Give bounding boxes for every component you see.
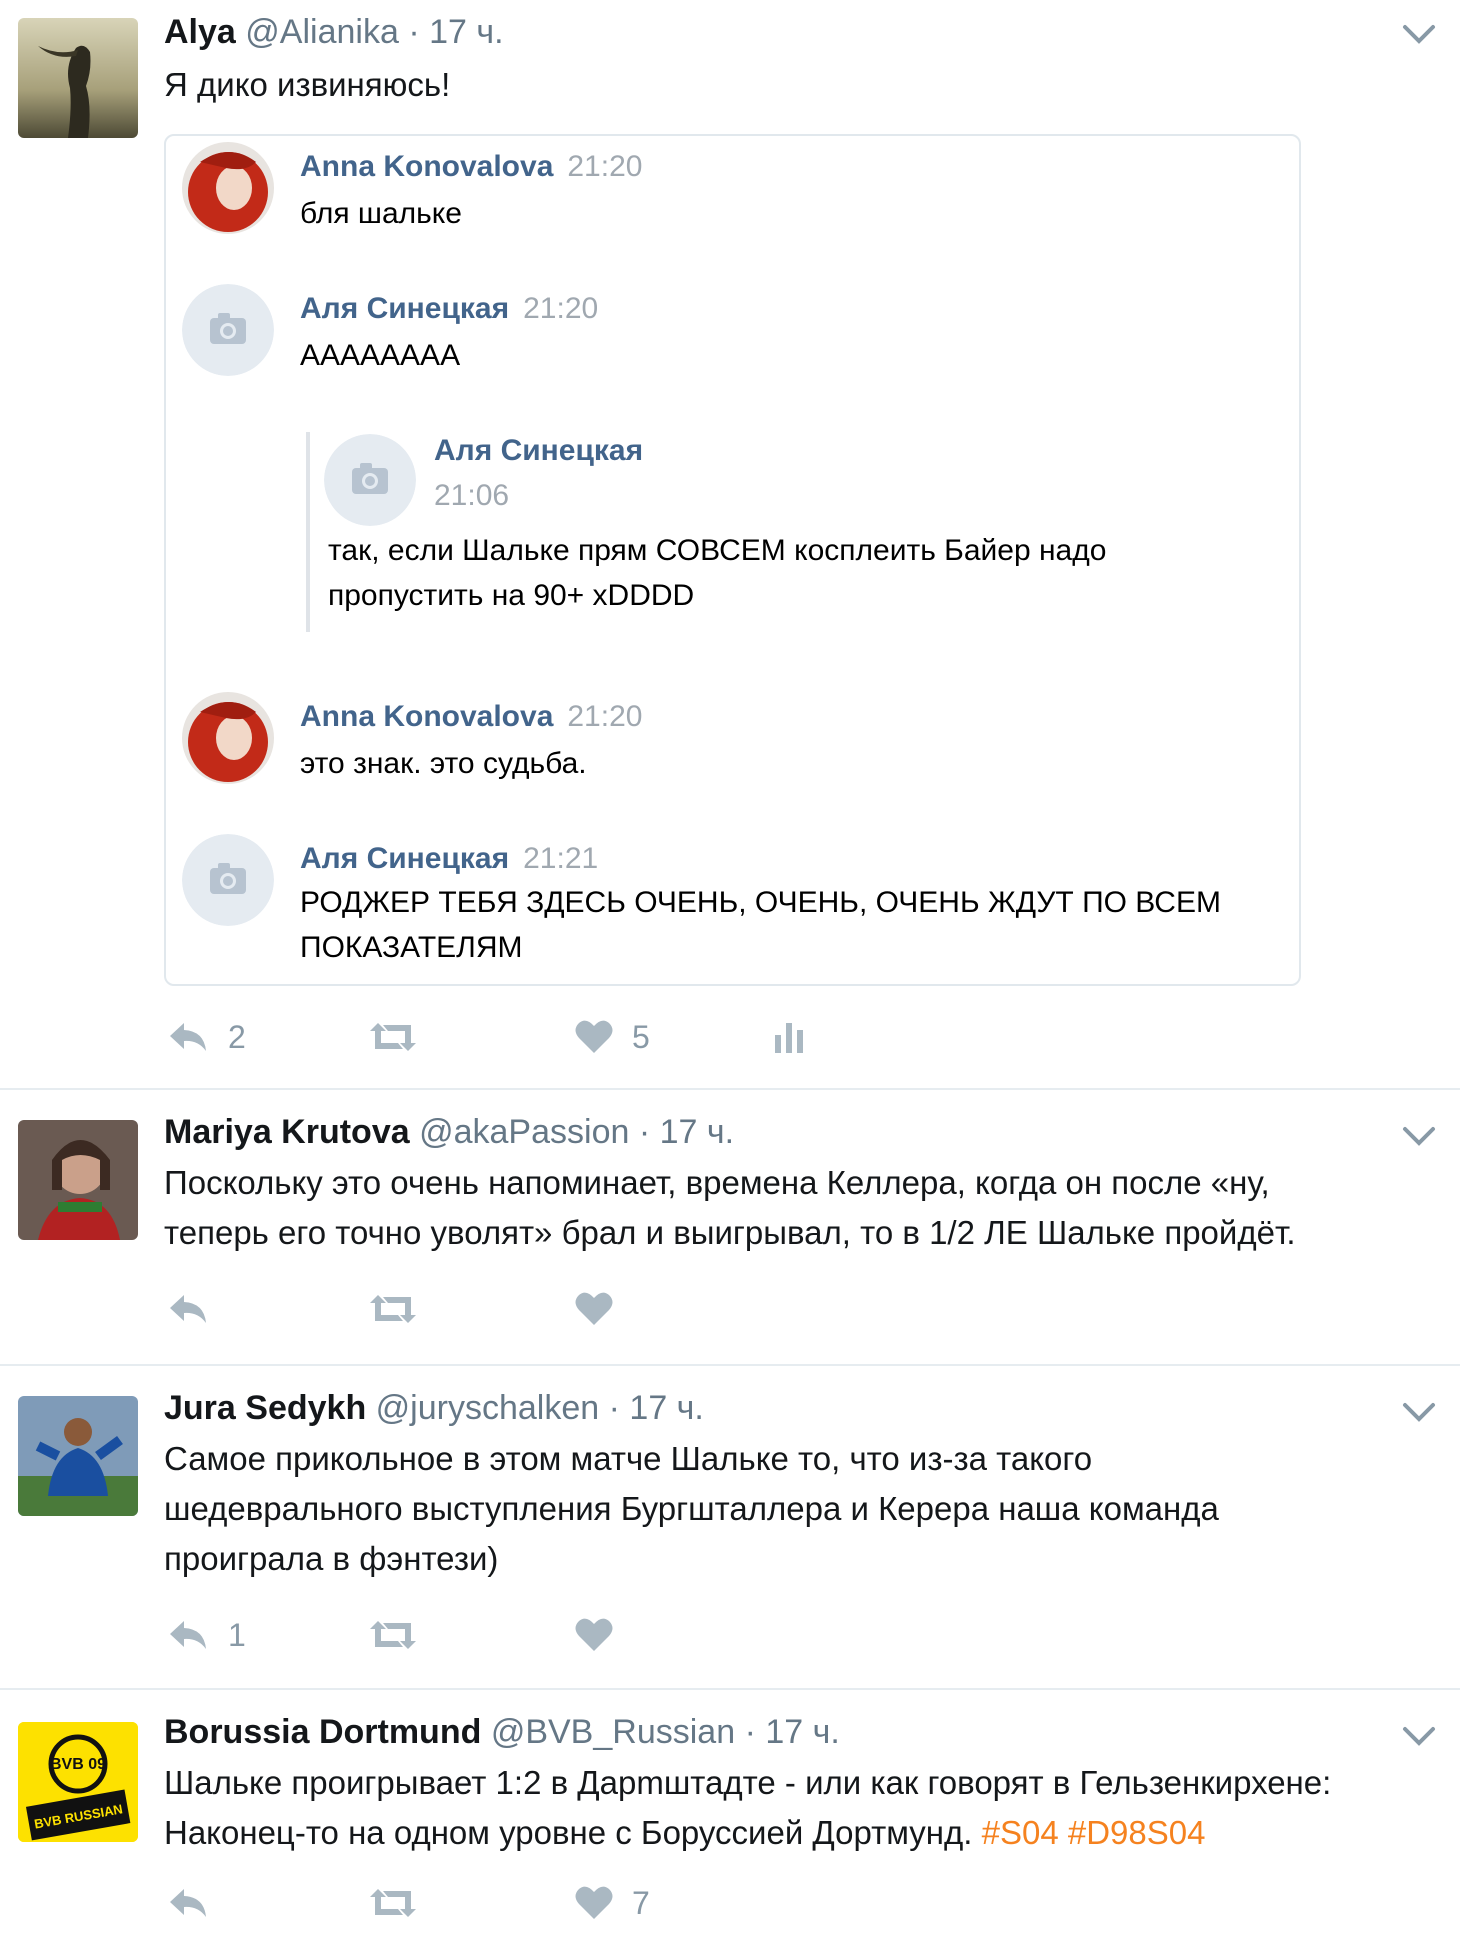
author-handle[interactable]: @BVB_Russian: [491, 1713, 735, 1751]
vk-message-text: РОДЖЕР ТЕБЯ ЗДЕСЬ ОЧЕНЬ, ОЧЕНЬ, ОЧЕНЬ ЖД…: [300, 886, 1221, 964]
vk-author[interactable]: Аля Синецкая: [300, 292, 509, 325]
red-hair-avatar: [182, 692, 274, 784]
heart-icon: [575, 1886, 613, 1919]
chevron-down-icon[interactable]: [1402, 1124, 1436, 1148]
like-count: 7: [632, 1884, 650, 1921]
like-button[interactable]: [574, 1610, 614, 1660]
avatar[interactable]: [18, 18, 138, 138]
separator-dot: ·: [744, 1713, 756, 1751]
analytics-button[interactable]: [772, 1012, 806, 1062]
tweet-text: Я дико извиняюсь!: [164, 66, 451, 103]
tweet[interactable]: Alya @Alianika · 17 ч. Я дико извиняюсь!…: [0, 0, 1460, 1090]
tweet-text: Самое прикольное в этом матче Шальке то,…: [164, 1440, 1219, 1577]
hashtag-links[interactable]: #S04 #D98S04: [982, 1814, 1206, 1851]
retweet-icon: [370, 1621, 416, 1649]
reply-button[interactable]: [166, 1878, 210, 1928]
reply-icon: [170, 1023, 206, 1051]
retweet-icon: [370, 1023, 416, 1051]
chevron-down-icon[interactable]: [1402, 1400, 1436, 1424]
separator-dot: ·: [608, 1389, 620, 1427]
vk-time: 21:20: [523, 292, 599, 325]
reply-icon: [170, 1889, 206, 1917]
chevron-down-icon[interactable]: [1402, 1724, 1436, 1748]
bvb-logo-mark: BVB 09: [50, 1756, 106, 1773]
vk-author[interactable]: Аля Синецкая: [434, 434, 643, 468]
tweet-text: Поскольку это очень напоминает, времена …: [164, 1164, 1296, 1251]
vk-message-text: это знак. это судьба.: [300, 747, 587, 780]
avatar: [182, 142, 274, 234]
reply-icon: [170, 1295, 206, 1323]
author-name[interactable]: Jura Sedykh: [164, 1389, 366, 1427]
vk-author[interactable]: Anna Konovalova: [300, 150, 553, 183]
avatar[interactable]: [18, 1120, 138, 1240]
avatar[interactable]: BVB 09 BVB RUSSIAN: [18, 1722, 138, 1842]
tweet-time[interactable]: 17 ч.: [629, 1389, 703, 1427]
reply-button[interactable]: [166, 1284, 210, 1334]
reply-icon: [170, 1621, 206, 1649]
like-button[interactable]: 7: [574, 1878, 650, 1928]
camera-icon: [324, 434, 416, 526]
tweet-time[interactable]: 17 ч.: [765, 1713, 839, 1751]
red-hair-avatar: [182, 142, 274, 234]
retweet-icon: [370, 1889, 416, 1917]
vk-message-text: АААААААА: [300, 339, 461, 372]
vk-message-text: так, если Шальке прям СОВСЕМ косплеить Б…: [328, 534, 1107, 612]
camera-icon: [182, 284, 274, 376]
retweet-icon: [370, 1295, 416, 1323]
vk-time: 21:06: [434, 479, 510, 512]
avatar: [182, 692, 274, 784]
heart-icon: [575, 1292, 613, 1325]
retweet-button[interactable]: [366, 1878, 420, 1928]
author-name[interactable]: Mariya Krutova: [164, 1113, 410, 1151]
separator-dot: ·: [638, 1113, 651, 1151]
vk-author[interactable]: Аля Синецкая: [300, 842, 509, 875]
tweet[interactable]: Jura Sedykh @juryschalken · 17 ч. Самое …: [0, 1366, 1460, 1690]
retweet-button[interactable]: [366, 1012, 420, 1062]
tweet-time[interactable]: 17 ч.: [660, 1113, 734, 1151]
like-count: 5: [632, 1018, 650, 1055]
author-name[interactable]: Borussia Dortmund: [164, 1713, 481, 1751]
tweet-time[interactable]: 17 ч.: [429, 13, 503, 51]
author-handle[interactable]: @Alianika: [245, 13, 399, 51]
vk-message-text: бля шальке: [300, 197, 462, 230]
avatar-image: [18, 1396, 138, 1516]
heart-icon: [575, 1020, 613, 1053]
avatar-image: [18, 1120, 138, 1240]
tweet-text-container: Шальке проигрывает 1:2 в Дарmштадте - ил…: [164, 1758, 1331, 1858]
author-handle[interactable]: @juryschalken: [376, 1389, 600, 1427]
vk-time: 21:20: [567, 150, 643, 183]
avatar[interactable]: [18, 1396, 138, 1516]
avatar-image: [18, 18, 138, 138]
like-button[interactable]: [574, 1284, 614, 1334]
chevron-down-icon[interactable]: [1402, 22, 1436, 46]
reply-button[interactable]: 2: [166, 1012, 246, 1062]
tweet[interactable]: Mariya Krutova @akaPassion · 17 ч. Поско…: [0, 1090, 1460, 1366]
reply-button[interactable]: 1: [166, 1610, 246, 1660]
reply-count: 1: [228, 1616, 246, 1653]
vk-time: 21:21: [523, 842, 599, 875]
vk-screenshot-card[interactable]: Anna Konovalova 21:20 бля шальке Аля Сине…: [164, 134, 1301, 986]
separator-dot: ·: [408, 13, 420, 51]
tweet[interactable]: BVB 09 BVB RUSSIAN Borussia Dortmund @BV…: [0, 1690, 1460, 1953]
camera-icon: [182, 834, 274, 926]
bvb-logo: BVB 09 BVB RUSSIAN: [18, 1722, 138, 1842]
heart-icon: [575, 1618, 613, 1651]
vk-time: 21:20: [567, 700, 643, 733]
vk-author[interactable]: Anna Konovalova: [300, 700, 553, 733]
retweet-button[interactable]: [366, 1284, 420, 1334]
reply-count: 2: [228, 1018, 246, 1055]
retweet-button[interactable]: [366, 1610, 420, 1660]
analytics-icon: [775, 1023, 803, 1053]
author-name[interactable]: Alya: [164, 13, 236, 51]
author-handle[interactable]: @akaPassion: [419, 1113, 629, 1151]
forward-bar: [306, 432, 310, 632]
like-button[interactable]: 5: [574, 1012, 650, 1062]
